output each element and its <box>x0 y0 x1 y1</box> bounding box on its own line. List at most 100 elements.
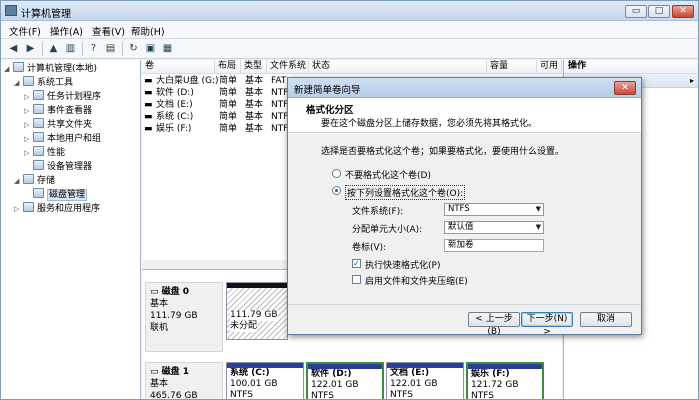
tree-item-disk-management[interactable]: 磁盘管理 <box>24 188 88 201</box>
drive-icon: ▬ <box>144 88 153 98</box>
tree-item-event-viewer[interactable]: ▷ 事件查看器 <box>24 104 92 117</box>
event-icon <box>33 104 44 114</box>
next-button[interactable]: 下一步(N) > <box>521 312 573 337</box>
column-free[interactable]: 可用 <box>537 60 562 74</box>
expand-icon[interactable]: ◢ <box>14 175 23 188</box>
title-bar[interactable]: 计算机管理 ▭ □ ✕ <box>1 1 698 21</box>
tree-item-local-users[interactable]: ▷ 本地用户和组 <box>24 132 101 145</box>
allocation-unit-label: 分配单元大小(A): <box>352 225 423 235</box>
column-status[interactable]: 状态 <box>309 60 487 74</box>
tree-item-shared-folders[interactable]: ▷ 共享文件夹 <box>24 118 92 131</box>
show-hide-tree-icon[interactable]: ▥ <box>63 41 78 56</box>
minimize-button[interactable]: ▭ <box>625 5 647 18</box>
expand-icon[interactable]: ◢ <box>4 63 13 76</box>
partition-e[interactable]: 文档 (E:) 122.01 GB NTFS <box>386 362 464 399</box>
expand-icon[interactable]: ▷ <box>14 203 23 216</box>
volume-label-label: 卷标(V): <box>352 243 387 253</box>
toolbar-separator <box>42 42 43 56</box>
chevron-right-icon[interactable]: ▸ <box>690 74 694 87</box>
dialog-title: 新建简单卷向导 <box>294 85 361 96</box>
expand-icon[interactable]: ▷ <box>24 91 33 104</box>
disk-icon[interactable]: ▣ <box>143 41 158 56</box>
radio-no-format[interactable] <box>332 169 341 178</box>
cancel-button[interactable]: 取消 <box>580 312 632 327</box>
compression-label[interactable]: 启用文件和文件夹压缩(E) <box>365 274 468 287</box>
maximize-button[interactable]: □ <box>648 5 670 18</box>
radio-format-label[interactable]: 按下列设置格式化这个卷(O): <box>345 185 466 200</box>
computer-icon <box>13 62 24 72</box>
clock-icon <box>33 90 44 100</box>
drive-icon: ▬ <box>144 124 153 134</box>
drive-icon: ▬ <box>144 112 153 122</box>
tree-item-device-manager[interactable]: 设备管理器 <box>24 160 92 173</box>
close-button[interactable]: ✕ <box>672 5 694 18</box>
quick-format-label[interactable]: 执行快速格式化(P) <box>365 258 440 271</box>
expand-icon[interactable]: ▷ <box>24 105 33 118</box>
refresh-icon[interactable]: ↻ <box>126 41 141 56</box>
volume-label-input[interactable]: 新加卷 <box>444 239 544 252</box>
column-volume[interactable]: 卷 <box>142 60 215 74</box>
expand-icon[interactable]: ◢ <box>14 77 23 90</box>
forward-arrow-icon[interactable]: ▶ <box>23 41 38 56</box>
allocation-unit-select[interactable]: 默认值 ▼ <box>444 221 544 234</box>
disk-management-icon <box>33 188 44 198</box>
up-folder-icon[interactable]: ▲ <box>46 41 61 56</box>
users-icon <box>33 132 44 142</box>
disk-0-unallocated[interactable]: 111.79 GB 未分配 <box>226 282 288 340</box>
expand-icon[interactable]: ▷ <box>24 133 33 146</box>
unallocated-bar <box>227 283 287 288</box>
drive-icon: ▬ <box>144 76 153 86</box>
tree-item-task-scheduler[interactable]: ▷ 任务计划程序 <box>24 90 101 103</box>
menu-action[interactable]: 操作(A) <box>50 24 83 38</box>
radio-no-format-label[interactable]: 不要格式化这个卷(D) <box>345 168 431 181</box>
tree-item-system-tools[interactable]: ◢ 系统工具 <box>14 76 73 89</box>
back-button[interactable]: < 上一步(B) <box>468 312 520 337</box>
quick-format-checkbox[interactable]: ✓ <box>352 259 361 268</box>
tree-item-storage[interactable]: ◢ 存储 <box>14 174 55 187</box>
toolbar-separator <box>122 42 123 56</box>
partition-c[interactable]: 系统 (C:) 100.01 GB NTFS <box>226 362 304 399</box>
toolbar: ◀ ▶ ▲ ▥ ? ▤ ↻ ▣ ▦ <box>1 39 698 59</box>
menu-file[interactable]: 文件(F) <box>9 24 41 38</box>
back-arrow-icon[interactable]: ◀ <box>6 41 21 56</box>
expand-icon[interactable]: ▷ <box>24 119 33 132</box>
filesystem-select[interactable]: NTFS ▼ <box>444 203 544 216</box>
actions-header: 操作 <box>564 60 698 74</box>
menu-view[interactable]: 查看(V) <box>92 24 125 38</box>
column-type[interactable]: 类型 <box>241 60 267 74</box>
settings-icon[interactable]: ▦ <box>160 41 175 56</box>
new-simple-volume-wizard: 新建简单卷向导 ✕ 格式化分区 要在这个磁盘分区上储存数据，您必须先将其格式化。… <box>287 77 642 337</box>
partition-f[interactable]: 娱乐 (F:) 121.72 GB NTFS <box>466 362 544 399</box>
disk-1-info[interactable]: ▭ 磁盘 1 基本 465.76 GB <box>145 362 223 399</box>
expand-icon[interactable]: ▷ <box>24 147 33 160</box>
chevron-down-icon: ▼ <box>535 205 541 213</box>
dialog-close-button[interactable]: ✕ <box>614 81 636 95</box>
chevron-down-icon: ▼ <box>535 223 541 231</box>
radio-format[interactable] <box>332 186 341 195</box>
dialog-footer: < 上一步(B) 下一步(N) > 取消 <box>288 304 641 337</box>
menu-bar: 文件(F) 操作(A) 查看(V) 帮助(H) <box>1 21 698 39</box>
menu-help[interactable]: 帮助(H) <box>131 24 165 38</box>
dialog-subheading: 要在这个磁盘分区上储存数据，您必须先将其格式化。 <box>321 119 538 129</box>
tree-root[interactable]: ◢ 计算机管理(本地) <box>4 62 97 75</box>
tree-item-performance[interactable]: ▷ 性能 <box>24 146 65 159</box>
column-layout[interactable]: 布局 <box>215 60 241 74</box>
tree-item-services-apps[interactable]: ▷ 服务和应用程序 <box>14 202 100 215</box>
tools-icon <box>23 76 34 86</box>
toolbar-separator <box>82 42 83 56</box>
column-filesystem[interactable]: 文件系统 <box>267 60 309 74</box>
device-icon <box>33 160 44 170</box>
dialog-title-bar[interactable]: 新建简单卷向导 ✕ <box>288 78 641 98</box>
computer-management-icon <box>5 5 17 16</box>
compression-checkbox[interactable] <box>352 275 361 284</box>
format-prompt: 选择是否要格式化这个卷；如果要格式化，要使用什么设置。 <box>321 147 565 157</box>
column-capacity[interactable]: 容量 <box>487 60 537 74</box>
dialog-body: 选择是否要格式化这个卷；如果要格式化，要使用什么设置。 不要格式化这个卷(D) … <box>288 134 641 304</box>
disk-0-info[interactable]: ▭ 磁盘 0 基本 111.79 GB 联机 <box>145 282 223 352</box>
dialog-header: 格式化分区 要在这个磁盘分区上储存数据，您必须先将其格式化。 <box>288 99 641 133</box>
properties-icon[interactable]: ▤ <box>103 41 118 56</box>
help-icon[interactable]: ? <box>86 41 101 56</box>
drive-icon: ▬ <box>144 100 153 110</box>
performance-icon <box>33 146 44 156</box>
partition-d[interactable]: 软件 (D:) 122.01 GB NTFS <box>306 362 384 399</box>
